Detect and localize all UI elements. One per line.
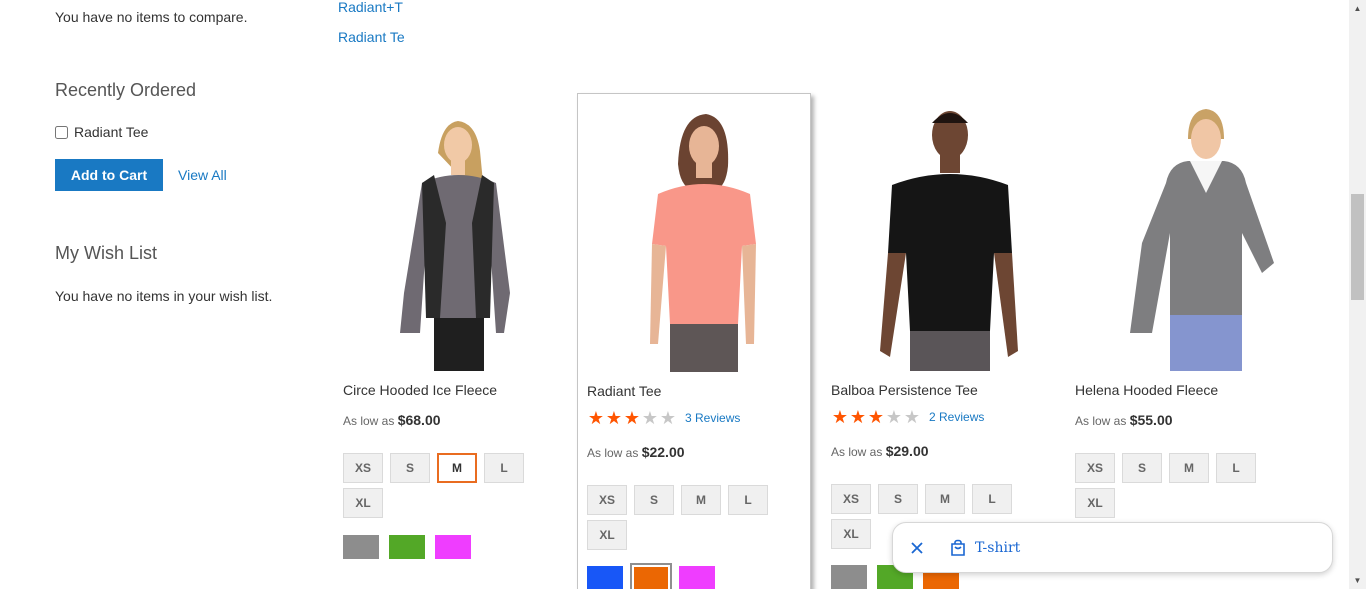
price-value: $29.00	[885, 443, 929, 459]
search-chip-toast: T-shirt	[892, 522, 1333, 573]
search-term-link[interactable]: Radiant Te	[338, 29, 405, 45]
star-icon: ★	[849, 407, 867, 427]
product-card[interactable]: Helena Hooded Fleece As low as $55.00 XS…	[1066, 93, 1300, 589]
color-swatch[interactable]	[343, 535, 379, 559]
size-option-l[interactable]: L	[1216, 453, 1256, 483]
product-card[interactable]: Radiant Tee ★ ★ ★ ★ ★ 3 Reviews As low as $2…	[577, 93, 811, 589]
star-icon: ★	[885, 407, 903, 427]
star-icon: ★	[587, 408, 605, 428]
size-option-xs[interactable]: XS	[587, 485, 627, 515]
color-swatch[interactable]	[831, 565, 867, 589]
price-prefix: As low as	[831, 445, 883, 459]
size-option-s[interactable]: S	[634, 485, 674, 515]
price-value: $68.00	[397, 412, 441, 428]
product-rating: ★ ★ ★ ★ ★ 3 Reviews	[587, 409, 740, 427]
size-option-xl[interactable]: XL	[831, 519, 871, 549]
star-icon: ★	[641, 408, 659, 428]
view-all-link[interactable]: View All	[178, 167, 227, 183]
product-name[interactable]: Radiant Tee	[587, 383, 661, 399]
color-swatch[interactable]	[389, 535, 425, 559]
size-option-m[interactable]: M	[681, 485, 721, 515]
wishlist-empty-message: You have no items in your wish list.	[55, 288, 273, 304]
color-options	[343, 535, 471, 559]
product-price: As low as $29.00	[831, 443, 929, 459]
product-name[interactable]: Helena Hooded Fleece	[1075, 382, 1218, 398]
wishlist-title: My Wish List	[55, 243, 158, 263]
product-price: As low as $55.00	[1075, 412, 1173, 428]
recently-ordered-checkbox[interactable]	[55, 125, 68, 139]
size-options: XS S M L XL	[1075, 453, 1275, 518]
size-option-s[interactable]: S	[1122, 453, 1162, 483]
price-prefix: As low as	[343, 414, 395, 428]
color-swatch[interactable]	[679, 566, 715, 589]
size-option-xs[interactable]: XS	[831, 484, 871, 514]
color-swatch[interactable]	[630, 563, 672, 589]
size-option-m[interactable]: M	[437, 453, 477, 483]
scrollbar-thumb[interactable]	[1351, 194, 1364, 300]
size-option-xl[interactable]: XL	[587, 520, 627, 550]
star-icon: ★	[867, 407, 885, 427]
scroll-down-arrow-icon[interactable]: ▼	[1349, 572, 1366, 589]
price-prefix: As low as	[587, 446, 639, 460]
product-rating: ★ ★ ★ ★ ★ 2 Reviews	[831, 408, 984, 426]
star-icon: ★	[623, 408, 641, 428]
size-option-l[interactable]: L	[484, 453, 524, 483]
product-image[interactable]	[822, 93, 1054, 371]
product-name[interactable]: Circe Hooded Ice Fleece	[343, 382, 497, 398]
recently-ordered-item-label: Radiant Tee	[74, 124, 149, 140]
size-options: XS S M L XL	[343, 453, 543, 518]
scroll-up-arrow-icon[interactable]: ▲	[1349, 0, 1366, 17]
price-value: $55.00	[1129, 412, 1173, 428]
color-options	[587, 563, 715, 589]
size-options: XS S M L XL	[587, 485, 787, 550]
product-card[interactable]: Balboa Persistence Tee ★ ★ ★ ★ ★ 2 Reviews A…	[822, 93, 1056, 589]
size-option-xs[interactable]: XS	[1075, 453, 1115, 483]
size-option-xl[interactable]: XL	[343, 488, 383, 518]
star-icon: ★	[831, 407, 849, 427]
size-option-m[interactable]: M	[925, 484, 965, 514]
recently-ordered-title: Recently Ordered	[55, 80, 197, 100]
product-image[interactable]	[334, 93, 566, 371]
rating-stars: ★ ★ ★ ★ ★	[831, 408, 921, 426]
product-image[interactable]	[1066, 93, 1298, 371]
product-image[interactable]	[578, 94, 810, 372]
color-swatch[interactable]	[435, 535, 471, 559]
recently-ordered-item[interactable]: Radiant Tee	[55, 124, 148, 140]
size-option-xs[interactable]: XS	[343, 453, 383, 483]
size-option-s[interactable]: S	[878, 484, 918, 514]
close-icon[interactable]	[907, 538, 927, 558]
size-option-l[interactable]: L	[728, 485, 768, 515]
size-option-xl[interactable]: XL	[1075, 488, 1115, 518]
reviews-link[interactable]: 3 Reviews	[685, 411, 740, 425]
product-price: As low as $68.00	[343, 412, 441, 428]
toast-label[interactable]: T-shirt	[975, 540, 1020, 556]
compare-empty-message: You have no items to compare.	[55, 9, 248, 25]
color-swatch[interactable]	[587, 566, 623, 589]
price-value: $22.00	[641, 444, 685, 460]
shopping-bag-icon	[951, 539, 965, 556]
size-option-s[interactable]: S	[390, 453, 430, 483]
product-name[interactable]: Balboa Persistence Tee	[831, 382, 978, 398]
rating-stars: ★ ★ ★ ★ ★	[587, 409, 677, 427]
reviews-link[interactable]: 2 Reviews	[929, 410, 984, 424]
price-prefix: As low as	[1075, 414, 1127, 428]
page-scrollbar[interactable]: ▲ ▼	[1349, 0, 1366, 589]
size-option-l[interactable]: L	[972, 484, 1012, 514]
product-price: As low as $22.00	[587, 444, 685, 460]
add-to-cart-button[interactable]: Add to Cart	[55, 159, 163, 191]
star-icon: ★	[903, 407, 921, 427]
size-option-m[interactable]: M	[1169, 453, 1209, 483]
search-term-link[interactable]: Radiant+T	[338, 0, 403, 15]
star-icon: ★	[659, 408, 677, 428]
product-card[interactable]: Circe Hooded Ice Fleece As low as $68.00…	[334, 93, 568, 589]
star-icon: ★	[605, 408, 623, 428]
